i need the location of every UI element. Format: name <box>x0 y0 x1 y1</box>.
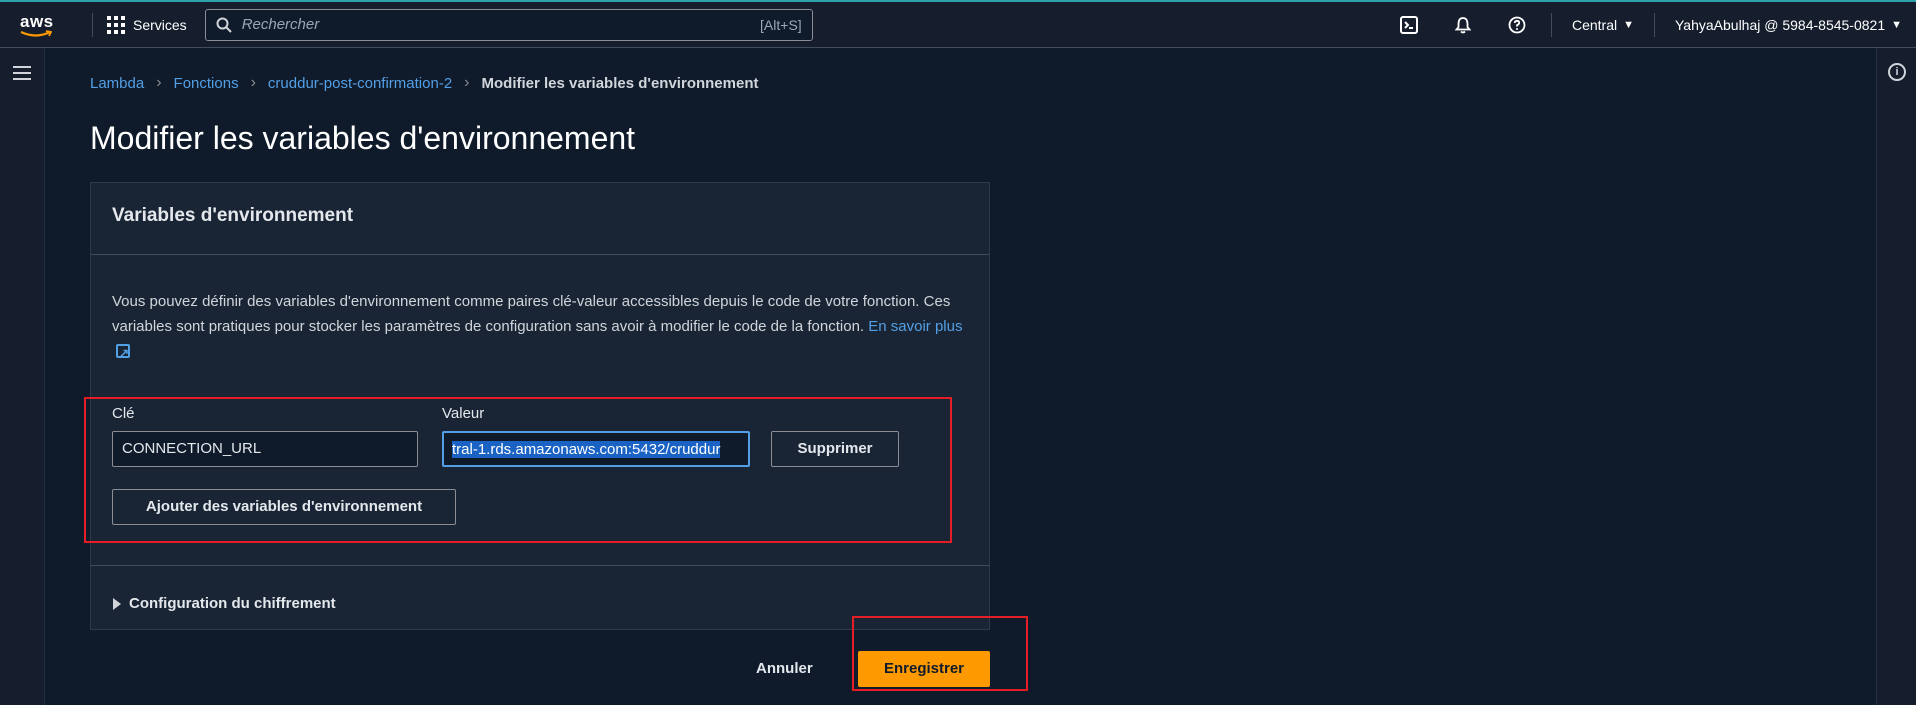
services-menu-button[interactable]: Services <box>107 15 187 34</box>
cloudshell-icon <box>1399 16 1418 34</box>
services-grid-icon <box>107 15 125 34</box>
info-icon[interactable]: i <box>1888 63 1906 81</box>
notifications-button[interactable] <box>1441 2 1485 48</box>
aws-logo[interactable]: aws <box>20 2 72 48</box>
right-side-rail: i <box>1876 48 1916 705</box>
cloudshell-button[interactable] <box>1387 2 1431 48</box>
bell-icon <box>1454 17 1472 34</box>
services-label: Services <box>133 16 187 33</box>
learn-more-label: En savoir plus <box>868 318 963 335</box>
search-input[interactable]: Rechercher [Alt+S] <box>204 8 813 41</box>
chevron-right-icon: › <box>464 74 470 91</box>
encryption-label: Configuration du chiffrement <box>129 595 336 612</box>
breadcrumb-current: Modifier les variables d'environnement <box>481 74 759 92</box>
panel-description: Vous pouvez définir des variables d'envi… <box>112 289 972 366</box>
caret-right-icon <box>113 597 121 610</box>
menu-icon[interactable] <box>13 66 31 84</box>
region-label: Central <box>1571 17 1618 33</box>
panel-title: Variables d'environnement <box>112 205 354 226</box>
description-text: Vous pouvez définir des variables d'envi… <box>112 293 951 335</box>
caret-down-icon: ▼ <box>1623 19 1634 31</box>
top-navigation: aws Services Rechercher [Alt+S] Central … <box>0 0 1916 48</box>
aws-logo-text: aws <box>20 11 54 31</box>
encryption-config-expander[interactable]: Configuration du chiffrement <box>113 595 336 612</box>
account-label: YahyaAbulhaj @ 5984-8545-0821 <box>1675 17 1886 33</box>
annotation-highlight-box <box>84 397 952 543</box>
external-link-icon <box>116 341 130 366</box>
breadcrumb-fonctions[interactable]: Fonctions <box>174 75 239 92</box>
help-button[interactable] <box>1495 2 1539 48</box>
chevron-right-icon: › <box>156 74 162 91</box>
help-icon <box>1508 16 1526 34</box>
breadcrumb: Lambda › Fonctions › cruddur-post-confir… <box>90 74 758 92</box>
nav-right-group: Central ▼ YahyaAbulhaj @ 5984-8545-0821 … <box>1387 2 1916 48</box>
search-icon <box>216 17 232 33</box>
region-selector[interactable]: Central ▼ <box>1552 17 1654 33</box>
chevron-right-icon: › <box>250 74 256 91</box>
left-side-rail <box>0 48 45 705</box>
save-button[interactable]: Enregistrer <box>858 651 990 687</box>
panel-header: Variables d'environnement <box>91 183 989 255</box>
breadcrumb-lambda[interactable]: Lambda <box>90 75 144 92</box>
divider <box>91 565 989 566</box>
search-shortcut: [Alt+S] <box>760 16 802 33</box>
nav-divider <box>92 12 93 37</box>
account-menu[interactable]: YahyaAbulhaj @ 5984-8545-0821 ▼ <box>1655 17 1916 33</box>
search-placeholder: Rechercher <box>241 16 320 33</box>
page-title: Modifier les variables d'environnement <box>90 120 636 156</box>
caret-down-icon: ▼ <box>1891 19 1902 31</box>
breadcrumb-function[interactable]: cruddur-post-confirmation-2 <box>268 75 452 92</box>
aws-smile-icon <box>20 29 52 37</box>
cancel-button[interactable]: Annuler <box>756 660 813 677</box>
